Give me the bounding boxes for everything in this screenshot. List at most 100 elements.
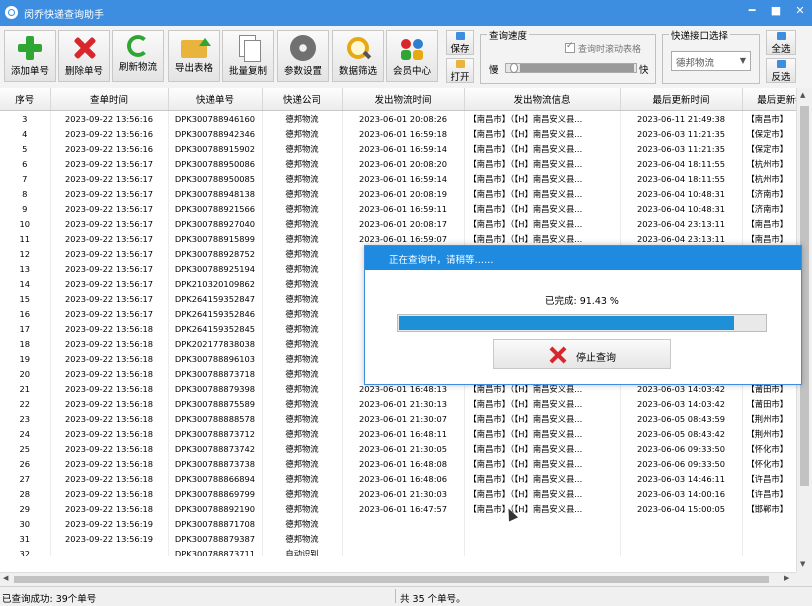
cell-courier: 德邦物流 — [262, 126, 343, 141]
cell-index: 22 — [0, 396, 51, 411]
table-row[interactable]: 27 2023-09-22 13:56:18 DPK300788866894 德邦物流… — [0, 471, 796, 486]
cell-courier: 德邦物流 — [262, 486, 343, 501]
cell-tracking-number: DPK300788948138 — [168, 186, 263, 201]
save-button[interactable]: 保存 — [446, 30, 474, 55]
cell-last-update-info: 【邯郸市】 — [742, 501, 796, 516]
cell-tracking-number: DPK300788875589 — [168, 396, 263, 411]
column-header-courier[interactable]: 快递公司 — [262, 88, 343, 111]
cell-tracking-number: DPK300788915899 — [168, 231, 263, 246]
cell-query-time: 2023-09-22 13:56:17 — [50, 246, 169, 261]
cell-courier: 德邦物流 — [262, 291, 343, 306]
courier-interface-select[interactable]: 德邦物流 ▼ — [671, 51, 751, 71]
table-row[interactable]: 10 2023-09-22 13:56:17 DPK300788927040 德邦物流… — [0, 216, 796, 231]
scroll-up-icon[interactable]: ▲ — [800, 91, 805, 99]
speed-slider-knob[interactable] — [510, 63, 518, 73]
cell-ship-info: 【南昌市】（【H】南昌安义县... — [464, 426, 621, 441]
cell-last-update-time: 2023-06-04 10:48:31 — [620, 186, 743, 201]
table-row[interactable]: 23 2023-09-22 13:56:18 DPK300788888578 德邦物流… — [0, 411, 796, 426]
cell-ship-time: 2023-06-01 16:59:11 — [342, 201, 465, 216]
cell-query-time: 2023-09-22 13:56:17 — [50, 186, 169, 201]
table-row[interactable]: 29 2023-09-22 13:56:18 DPK300788892190 德邦物流… — [0, 501, 796, 516]
auto-scroll-label: 查询时滚动表格 — [578, 45, 642, 55]
cell-courier: 德邦物流 — [262, 516, 343, 531]
table-row[interactable]: 30 2023-09-22 13:56:19 DPK300788871708 德邦物流 — [0, 516, 796, 531]
cell-last-update-info: 【荆州市】 — [742, 411, 796, 426]
minimize-button[interactable]: ━ — [746, 4, 758, 17]
column-header-ship-info[interactable]: 发出物流信息 — [464, 88, 621, 111]
table-row[interactable]: 22 2023-09-22 13:56:18 DPK300788875589 德邦物流… — [0, 396, 796, 411]
progress-percent-text: 已完成: 91.43 % — [545, 296, 619, 307]
cell-ship-time — [342, 546, 465, 556]
table-row[interactable]: 8 2023-09-22 13:56:17 DPK300788948138 德邦物流 2… — [0, 186, 796, 201]
select-all-button[interactable]: 全选 — [766, 30, 796, 55]
table-row[interactable]: 3 2023-09-22 13:56:16 DPK300788946160 德邦物流 2… — [0, 110, 796, 126]
cell-ship-info: 【南昌市】（【H】南昌安义县... — [464, 216, 621, 231]
cell-courier: 自动识别 — [262, 546, 343, 556]
auto-scroll-checkbox[interactable] — [565, 41, 575, 53]
cell-last-update-time: 2023-06-03 14:00:16 — [620, 486, 743, 501]
column-header-query-time[interactable]: 查单时间 — [50, 88, 169, 111]
settings-button[interactable]: 参数设置 — [277, 30, 329, 82]
cell-tracking-number: DPK300788869799 — [168, 486, 263, 501]
delete-number-button[interactable]: 删除单号 — [58, 30, 110, 82]
stop-query-label: 停止查询 — [576, 353, 616, 364]
table-row[interactable]: 11 2023-09-22 13:56:17 DPK300788915899 德邦物流… — [0, 231, 796, 246]
table-row[interactable]: 5 2023-09-22 13:56:16 DPK300788915902 德邦物流 2… — [0, 141, 796, 156]
table-row[interactable]: 24 2023-09-22 13:56:18 DPK300788873712 德邦物流… — [0, 426, 796, 441]
cell-ship-time: 2023-06-01 16:47:57 — [342, 501, 465, 516]
refresh-logistics-button[interactable]: 刷新物流 — [112, 30, 164, 82]
maximize-button[interactable]: ■ — [770, 4, 782, 17]
cell-index: 25 — [0, 441, 51, 456]
cell-courier: 德邦物流 — [262, 321, 343, 336]
table-row[interactable]: 31 2023-09-22 13:56:19 DPK300788879387 德邦物流 — [0, 531, 796, 546]
column-header-last-update-info[interactable]: 最后更新物 — [742, 88, 796, 111]
cell-courier: 德邦物流 — [262, 396, 343, 411]
table-row[interactable]: 25 2023-09-22 13:56:18 DPK300788873742 德邦物流… — [0, 441, 796, 456]
query-progress-bar — [397, 314, 767, 332]
invert-selection-button[interactable]: 反选 — [766, 58, 796, 83]
cell-index: 27 — [0, 471, 51, 486]
scroll-right-icon[interactable]: ▶ — [784, 574, 789, 582]
table-row[interactable]: 28 2023-09-22 13:56:18 DPK300788869799 德邦物流… — [0, 486, 796, 501]
scroll-left-icon[interactable]: ◀ — [3, 574, 8, 582]
cell-courier: 德邦物流 — [262, 351, 343, 366]
dialog-title-bar: 正在查询中，请稍等…… — [365, 246, 801, 270]
horizontal-scroll-thumb[interactable] — [14, 576, 769, 583]
cell-last-update-info — [742, 531, 796, 546]
add-plus-icon — [17, 35, 43, 61]
cell-last-update-time: 2023-06-04 18:11:55 — [620, 156, 743, 171]
table-row[interactable]: 4 2023-09-22 13:56:16 DPK300788942346 德邦物流 2… — [0, 126, 796, 141]
close-button[interactable]: ✕ — [794, 4, 806, 17]
export-table-button[interactable]: 导出表格 — [168, 30, 220, 82]
stop-query-button[interactable]: 停止查询 — [493, 339, 671, 369]
export-folder-icon — [181, 38, 211, 58]
horizontal-scrollbar[interactable]: ◀ ▶ — [0, 572, 796, 586]
table-row[interactable]: 32 DPK300788873711 自动识别 — [0, 546, 796, 556]
cell-ship-info: 【南昌市】（【H】南昌安义县... — [464, 141, 621, 156]
speed-slider[interactable] — [505, 63, 637, 73]
status-success-count: 已查询成功: 39个单号 — [2, 594, 97, 605]
add-number-button[interactable]: 添加单号 — [4, 30, 56, 82]
column-header-ship-time[interactable]: 发出物流时间 — [342, 88, 465, 111]
table-row[interactable]: 26 2023-09-22 13:56:18 DPK300788873738 德邦物流… — [0, 456, 796, 471]
data-filter-button[interactable]: 数据筛选 — [332, 30, 384, 82]
column-header-index[interactable]: 序号 — [0, 88, 51, 111]
member-center-button[interactable]: 会员中心 — [386, 30, 438, 82]
scroll-down-icon[interactable]: ▼ — [800, 560, 805, 568]
cell-index: 30 — [0, 516, 51, 531]
cell-ship-time: 2023-06-01 16:59:07 — [342, 231, 465, 246]
cell-tracking-number: DPK300788950085 — [168, 171, 263, 186]
column-header-tracking-number[interactable]: 快递单号 — [168, 88, 263, 111]
table-row[interactable]: 9 2023-09-22 13:56:17 DPK300788921566 德邦物流 2… — [0, 201, 796, 216]
batch-copy-button[interactable]: 批量复制 — [222, 30, 274, 82]
table-row[interactable]: 7 2023-09-22 13:56:17 DPK300788950085 德邦物流 2… — [0, 171, 796, 186]
cell-last-update-info — [742, 546, 796, 556]
open-button[interactable]: 打开 — [446, 58, 474, 83]
invert-selection-icon — [776, 60, 786, 68]
dialog-title: 正在查询中，请稍等…… — [389, 255, 494, 266]
cell-query-time: 2023-09-22 13:56:18 — [50, 411, 169, 426]
window-title: 闵乔快递查询助手 — [24, 10, 104, 21]
column-header-last-update-time[interactable]: 最后更新时间 — [620, 88, 743, 111]
table-row[interactable]: 6 2023-09-22 13:56:17 DPK300788950086 德邦物流 2… — [0, 156, 796, 171]
cell-last-update-info: 【怀化市】 — [742, 441, 796, 456]
